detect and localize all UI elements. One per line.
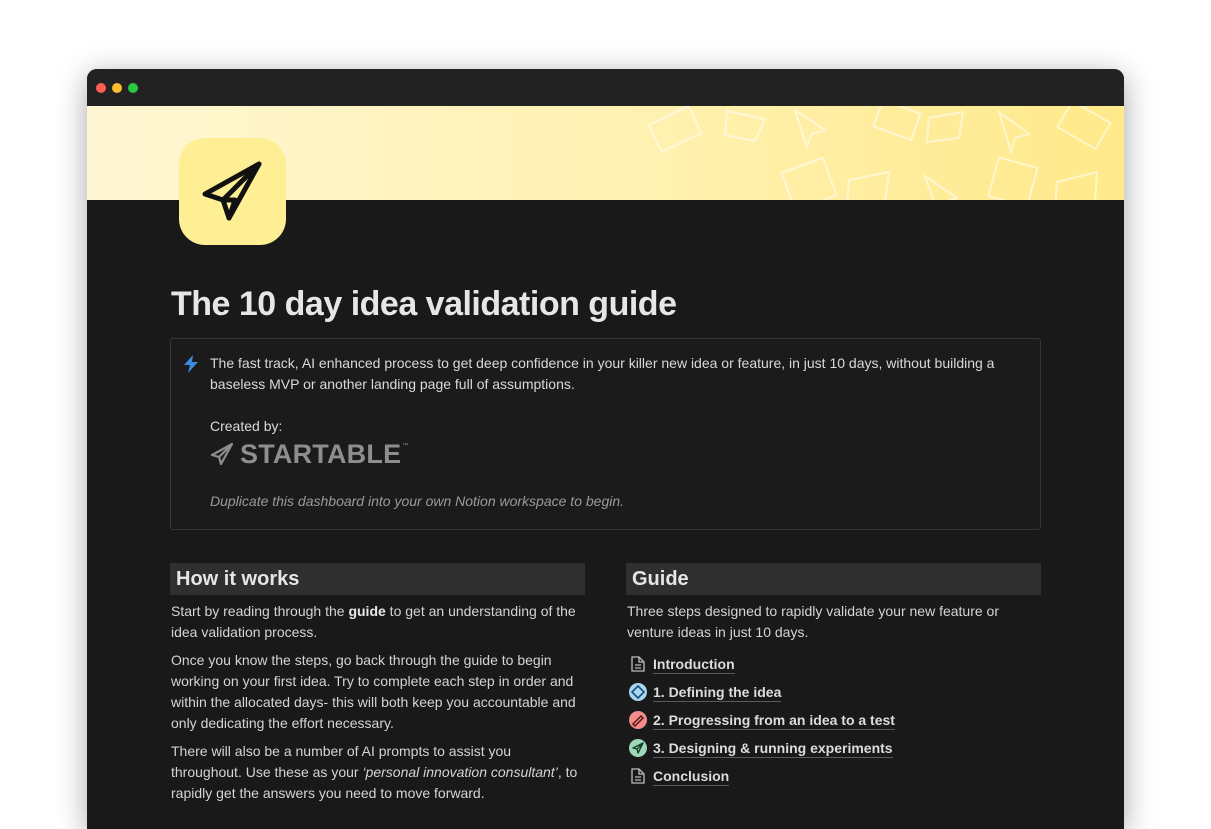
guide-heading: Guide [626, 563, 1041, 595]
lightning-bolt-icon [184, 355, 198, 373]
brand-name: STARTABLE [240, 438, 402, 469]
duplicate-note: Duplicate this dashboard into your own N… [210, 493, 625, 509]
guide-links-list: Introduction 1. Defining the idea 2. Pro… [626, 650, 1041, 790]
page-icon[interactable] [179, 138, 286, 245]
guide-link-progressing[interactable]: 2. Progressing from an idea to a test [626, 706, 1041, 734]
document-icon [629, 767, 647, 785]
startable-logo[interactable]: STARTABLE ™ [210, 437, 408, 471]
document-icon [629, 655, 647, 673]
guide-description: Three steps designed to rapidly validate… [627, 603, 999, 640]
how-it-works-paragraph-1: Start by reading through the guide to ge… [171, 603, 576, 640]
how-it-works-paragraph-3: There will also be a number of AI prompt… [171, 743, 578, 801]
guide-link-defining-the-idea[interactable]: 1. Defining the idea [626, 678, 1041, 706]
maximize-window-button[interactable] [128, 83, 138, 93]
intro-callout: The fast track, AI enhanced process to g… [170, 338, 1041, 530]
diamond-icon [629, 683, 647, 701]
brand-trademark: ™ [402, 443, 409, 449]
startable-plane-icon [210, 443, 234, 465]
paper-plane-icon [202, 161, 261, 220]
window-titlebar [87, 69, 1124, 106]
page-title: The 10 day idea validation guide [171, 285, 677, 323]
browser-window: The 10 day idea validation guide The fas… [87, 69, 1124, 829]
guide-link-designing-experiments[interactable]: 3. Designing & running experiments [626, 734, 1041, 762]
guide-link-label[interactable]: Introduction [653, 655, 735, 674]
how-it-works-heading: How it works [170, 563, 585, 595]
guide-link-label[interactable]: 2. Progressing from an idea to a test [653, 711, 895, 730]
created-by-label: Created by: [210, 418, 283, 434]
how-it-works-column: How it works Start by reading through th… [170, 563, 585, 811]
how-it-works-paragraph-2: Once you know the steps, go back through… [171, 652, 576, 731]
guide-link-label[interactable]: Conclusion [653, 767, 730, 786]
callout-text: The fast track, AI enhanced process to g… [210, 355, 995, 392]
close-window-button[interactable] [96, 83, 106, 93]
guide-link-introduction[interactable]: Introduction [626, 650, 1041, 678]
innovation-consultant-italic: ‘personal innovation consultant’ [362, 764, 558, 780]
guide-column: Guide Three steps designed to rapidly va… [626, 563, 1041, 790]
guide-link-label[interactable]: 3. Designing & running experiments [653, 739, 893, 758]
minimize-window-button[interactable] [112, 83, 122, 93]
pencil-icon [629, 711, 647, 729]
guide-link-label[interactable]: 1. Defining the idea [653, 683, 782, 702]
guide-link-conclusion[interactable]: Conclusion [626, 762, 1041, 790]
paper-plane-icon [629, 739, 647, 757]
guide-bold-text: guide [348, 603, 386, 619]
